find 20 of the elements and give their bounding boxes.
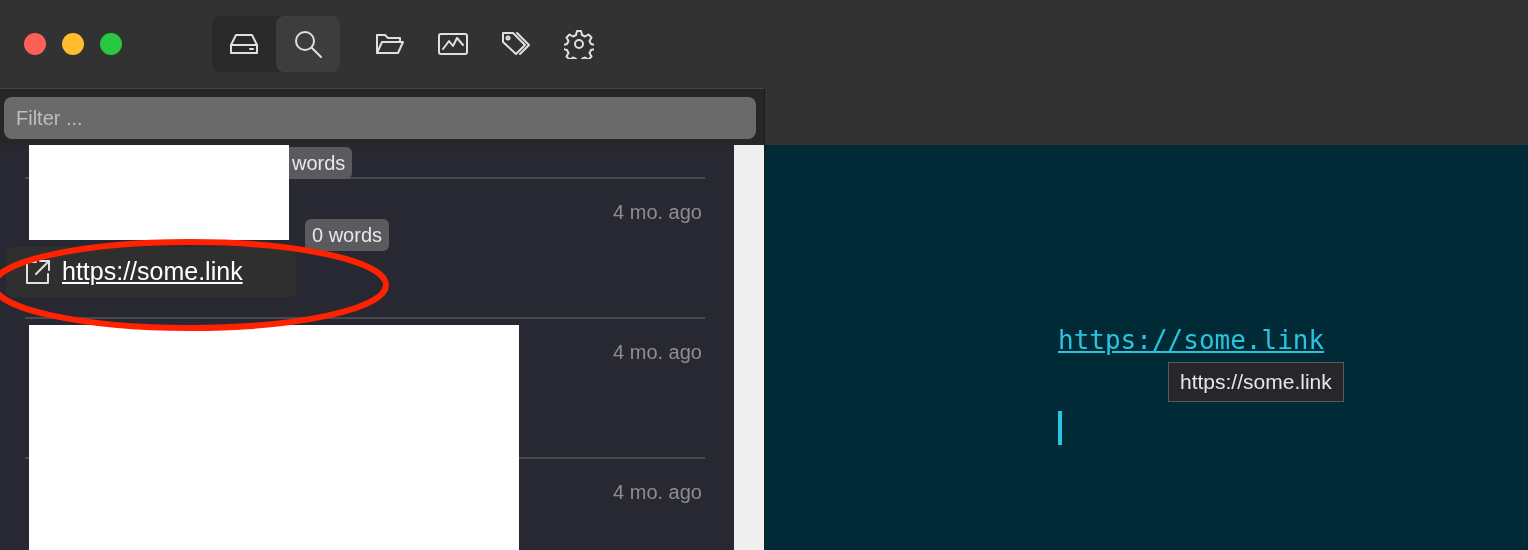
close-button[interactable] xyxy=(24,33,46,55)
filter-field[interactable]: Filter ... xyxy=(4,97,756,139)
folder-icon xyxy=(375,32,405,56)
minimize-button[interactable] xyxy=(62,33,84,55)
link-url[interactable]: https://some.link xyxy=(62,253,243,291)
editor-link[interactable]: https://some.link xyxy=(1058,321,1325,360)
drive-icon xyxy=(229,32,259,56)
search-icon xyxy=(293,29,323,59)
word-count-badge: 0 words xyxy=(305,219,390,251)
chart-icon xyxy=(438,32,468,56)
settings-icon xyxy=(564,29,594,59)
text-cursor xyxy=(1058,411,1062,445)
file-date: 4 mo. ago xyxy=(613,200,702,225)
tag-icon xyxy=(501,30,531,58)
zoom-button[interactable] xyxy=(100,33,122,55)
search-tab[interactable] xyxy=(276,16,340,72)
file-date: 4 mo. ago xyxy=(613,340,702,365)
external-link-icon xyxy=(24,258,52,286)
file-date: 4 mo. ago xyxy=(613,480,702,505)
link-tooltip: https://some.link xyxy=(1168,362,1344,402)
